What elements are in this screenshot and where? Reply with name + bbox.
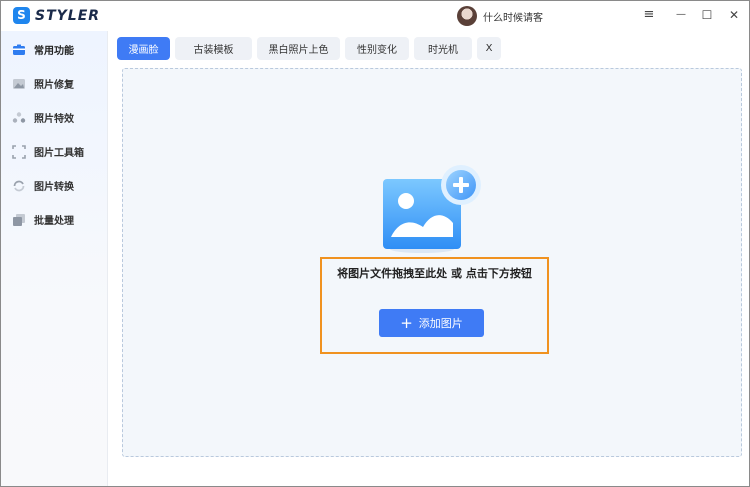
sidebar-item-convert[interactable]: 图片转换 xyxy=(1,172,107,198)
feature-tabs: 漫画脸 古装模板 黑白照片上色 性别变化 时光机 X xyxy=(117,37,506,61)
sidebar-item-label: 图片转换 xyxy=(34,181,74,193)
upload-prompt: 将图片文件拖拽至此处 或 点击下方按钮 xyxy=(337,267,532,280)
sidebar-item-label: 常用功能 xyxy=(34,45,74,57)
photo-repair-icon xyxy=(12,76,26,90)
app-window: S STYLER 什么时候请客 ≡ — ☐ ✕ 常用功能 照片修复 照片特效 图… xyxy=(0,0,750,487)
tab-costume-template[interactable]: 古装模板 xyxy=(175,37,252,60)
avatar[interactable] xyxy=(457,6,477,26)
sidebar-item-label: 照片修复 xyxy=(34,79,74,91)
tab-close-button[interactable]: X xyxy=(477,37,501,60)
tab-manhua-face[interactable]: 漫画脸 xyxy=(117,37,170,60)
sidebar-item-label: 照片特效 xyxy=(34,113,74,125)
toolbox-icon xyxy=(12,144,26,159)
convert-icon xyxy=(12,178,26,192)
sidebar-item-batch[interactable]: 批量处理 xyxy=(1,206,107,232)
maximize-button[interactable]: ☐ xyxy=(699,7,715,23)
app-name: STYLER xyxy=(35,7,101,24)
sidebar-item-label: 批量处理 xyxy=(34,215,74,227)
tab-gender-change[interactable]: 性别变化 xyxy=(345,37,409,60)
photo-effects-icon xyxy=(12,110,26,124)
upload-image-icon xyxy=(383,165,481,253)
sidebar: 常用功能 照片修复 照片特效 图片工具箱 图片转换 批量处理 xyxy=(1,31,108,486)
sidebar-item-label: 图片工具箱 xyxy=(34,147,84,159)
title-bar: S STYLER 什么时候请客 ≡ — ☐ ✕ xyxy=(1,1,749,31)
tab-time-machine[interactable]: 时光机 xyxy=(414,37,472,60)
user-profile[interactable]: 什么时候请客 xyxy=(457,6,543,26)
sidebar-item-photo-effects[interactable]: 照片特效 xyxy=(1,104,107,130)
add-image-button[interactable]: + 添加图片 xyxy=(379,309,484,337)
add-image-label: 添加图片 xyxy=(418,317,463,330)
tab-colorize[interactable]: 黑白照片上色 xyxy=(257,37,340,60)
minimize-button[interactable]: — xyxy=(673,7,689,23)
batch-icon xyxy=(12,212,26,226)
logo-icon: S xyxy=(13,7,30,24)
menu-icon[interactable]: ≡ xyxy=(641,7,657,23)
sidebar-item-photo-repair[interactable]: 照片修复 xyxy=(1,70,107,96)
sidebar-item-common-functions[interactable]: 常用功能 xyxy=(1,36,107,62)
sidebar-item-toolbox[interactable]: 图片工具箱 xyxy=(1,138,107,164)
plus-icon: + xyxy=(400,313,413,332)
close-button[interactable]: ✕ xyxy=(726,7,742,23)
user-name[interactable]: 什么时候请客 xyxy=(483,9,543,24)
common-functions-icon xyxy=(12,42,26,56)
app-logo: S STYLER xyxy=(13,7,100,24)
